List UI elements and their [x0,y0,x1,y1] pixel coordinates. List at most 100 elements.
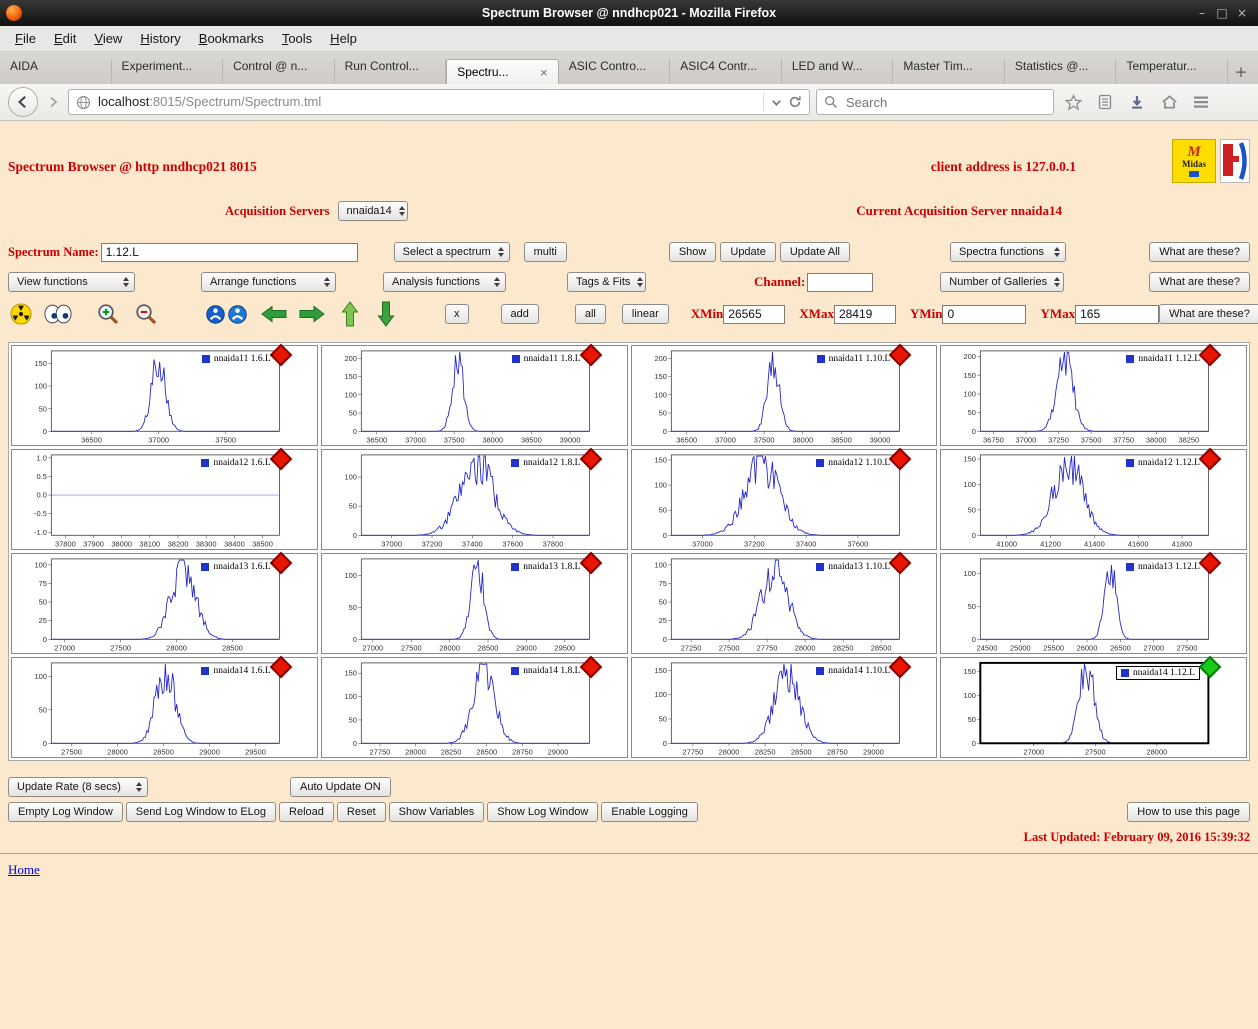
send-log-window-to-elog-button[interactable]: Send Log Window to ELog [126,802,276,822]
arrow-left-icon[interactable] [261,305,287,323]
spectrum-plot-nnaida13-1.12.l[interactable]: 2450025000255002600026500270002750005010… [940,553,1247,654]
tab-spectru...[interactable]: Spectru...× [446,59,559,84]
spectrum-plot-nnaida12-1.10.l[interactable]: 37000372003740037600050100150nnaida12 1.… [631,449,938,550]
spectrum-plot-nnaida13-1.6.l[interactable]: 270002750028000285000255075100nnaida13 1… [11,553,318,654]
what-are-these-button-1[interactable]: What are these? [1149,242,1250,262]
spectrum-plot-nnaida11-1.8.l[interactable]: 3650037000375003800038500390000501001502… [321,345,628,446]
reset-button[interactable]: Reset [337,802,386,822]
how-to-use-button[interactable]: How to use this page [1127,802,1250,822]
spectrum-plot-nnaida11-1.12.l[interactable]: 3675037000372503750037750380003825005010… [940,345,1247,446]
menu-edit[interactable]: Edit [45,28,85,49]
reload-button[interactable]: Reload [279,802,334,822]
home-link[interactable]: Home [8,862,40,878]
zoom-out-icon[interactable] [134,302,158,326]
bookmark-star-button[interactable] [1060,89,1086,115]
eyes-icon[interactable] [44,304,72,324]
x-button[interactable]: x [445,304,469,324]
menu-history[interactable]: History [131,28,189,49]
midas-logo[interactable]: M Midas [1172,139,1216,183]
spectra-functions-select[interactable]: Spectra functions [950,242,1066,262]
acquisition-server-select[interactable]: nnaida14 [338,201,408,221]
spectrum-plot-nnaida14-1.8.l[interactable]: 277502800028250285002875029000050100150n… [321,657,628,758]
url-bar[interactable]: localhost:8015/Spectrum/Spectrum.tml [68,89,810,115]
tags-fits-select[interactable]: Tags & Fits [567,272,646,292]
tab-master-tim...[interactable]: Master Tim... [893,59,1005,84]
search-bar[interactable] [816,89,1054,115]
figure-blue-2-icon[interactable] [228,305,247,324]
tab-temperatur...[interactable]: Temperatur... [1116,59,1228,84]
spectrum-plot-nnaida13-1.8.l[interactable]: 270002750028000285002900029500050100nnai… [321,553,628,654]
titlebar[interactable]: Spectrum Browser @ nndhcp021 - Mozilla F… [0,0,1258,26]
menu-button[interactable] [1188,89,1214,115]
search-input[interactable] [844,94,1018,111]
auto-update-button[interactable]: Auto Update ON [290,777,391,797]
back-button[interactable] [8,87,38,117]
arrange-functions-select[interactable]: Arrange functions [201,272,336,292]
spectrum-plot-nnaida12-1.6.l[interactable]: 3780037900380003810038200383003840038500… [11,449,318,550]
analysis-functions-select[interactable]: Analysis functions [383,272,506,292]
spectrum-plot-nnaida14-1.10.l[interactable]: 277502800028250285002875029000050100150n… [631,657,938,758]
spectrum-plot-nnaida11-1.6.l[interactable]: 365003700037500050100150nnaida11 1.6.L [11,345,318,446]
zoom-in-icon[interactable] [96,302,120,326]
xmin-input[interactable] [723,305,785,324]
tab-run-control...[interactable]: Run Control... [335,59,447,84]
bookmarks-menu-button[interactable] [1092,89,1118,115]
radioactive-icon[interactable] [10,303,32,325]
update-rate-select[interactable]: Update Rate (8 secs) [8,777,148,797]
tab-control-n...[interactable]: Control @ n... [223,59,335,84]
tab-asic4-contr...[interactable]: ASIC4 Contr... [670,59,782,84]
downloads-button[interactable] [1124,89,1150,115]
view-functions-select[interactable]: View functions [8,272,135,292]
select-spectrum-select[interactable]: Select a spectrum [394,242,510,262]
update-button[interactable]: Update [720,242,775,262]
tab-experiment...[interactable]: Experiment... [112,59,224,84]
menu-view[interactable]: View [85,28,131,49]
minimize-button[interactable]: – [1194,6,1210,20]
galleries-select[interactable]: Number of Galleries [940,272,1064,292]
show-log-window-button[interactable]: Show Log Window [487,802,598,822]
url-text[interactable]: localhost:8015/Spectrum/Spectrum.tml [98,93,321,111]
spectrum-plot-nnaida14-1.6.l[interactable]: 2750028000285002900029500050100nnaida14 … [11,657,318,758]
show-variables-button[interactable]: Show Variables [389,802,485,822]
linear-button[interactable]: linear [622,304,669,324]
menu-bookmarks[interactable]: Bookmarks [190,28,273,49]
multi-button[interactable]: multi [524,242,567,262]
maximize-button[interactable]: □ [1214,6,1230,20]
arrow-right-icon[interactable] [299,305,325,323]
add-button[interactable]: add [501,304,539,324]
close-button[interactable]: × [1234,6,1250,20]
spectrum-plot-nnaida12-1.8.l[interactable]: 3700037200374003760037800050100nnaida12 … [321,449,628,550]
tab-aida[interactable]: AIDA [0,59,112,84]
tab-asic-contro...[interactable]: ASIC Contro... [559,59,671,84]
chevron-down-icon[interactable] [771,97,782,108]
spectrum-plot-nnaida13-1.10.l[interactable]: 2725027500277502800028250285000255075100… [631,553,938,654]
what-are-these-button-2[interactable]: What are these? [1149,272,1250,292]
menu-tools[interactable]: Tools [273,28,321,49]
tab-close-icon[interactable]: × [540,65,548,80]
ymin-input[interactable] [942,305,1026,324]
new-tab-button[interactable]: + [1228,60,1254,84]
update-all-button[interactable]: Update All [780,242,850,262]
reload-icon[interactable] [788,95,802,109]
xmax-input[interactable] [834,305,896,324]
forward-button[interactable] [44,90,62,114]
arrow-down-icon[interactable] [377,301,395,327]
arrow-up-icon[interactable] [341,301,359,327]
what-are-these-button-3[interactable]: What are these? [1159,304,1258,324]
menu-help[interactable]: Help [321,28,366,49]
tab-led-and-w...[interactable]: LED and W... [782,59,894,84]
empty-log-window-button[interactable]: Empty Log Window [8,802,123,822]
ymax-input[interactable] [1075,305,1159,324]
figure-blue-1-icon[interactable] [206,305,225,324]
spectrum-name-input[interactable] [101,243,358,262]
show-button[interactable]: Show [669,242,717,262]
spectrum-plot-nnaida14-1.12.l[interactable]: 270002750028000050100150nnaida14 1.12.L [940,657,1247,758]
all-button[interactable]: all [575,304,606,324]
tab-statistics-...[interactable]: Statistics @... [1005,59,1117,84]
home-button[interactable] [1156,89,1182,115]
menu-file[interactable]: File [6,28,45,49]
spectrum-plot-nnaida11-1.10.l[interactable]: 3650037000375003800038500390000501001502… [631,345,938,446]
spectrum-plot-nnaida12-1.12.l[interactable]: 4100041200414004160041800050100150nnaida… [940,449,1247,550]
lab-logo[interactable] [1220,139,1250,183]
channel-input[interactable] [807,273,873,292]
